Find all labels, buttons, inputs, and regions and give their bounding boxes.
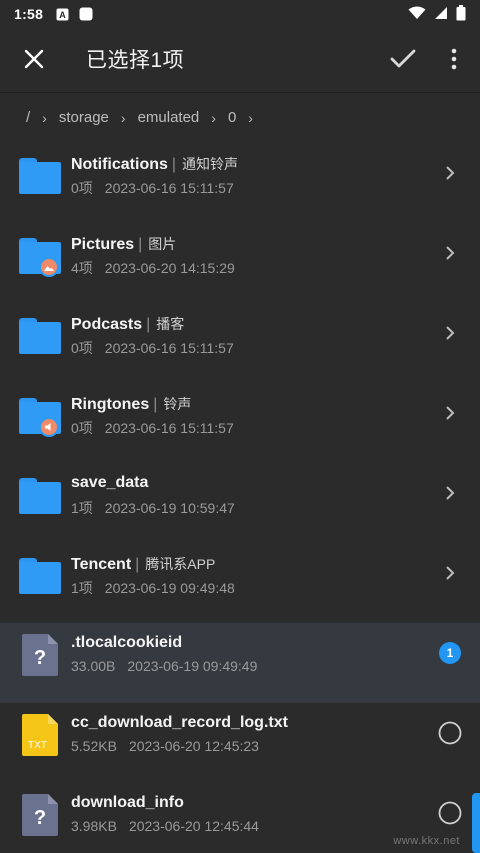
item-name: .tlocalcookieid: [71, 634, 183, 651]
list-item-podcasts[interactable]: Podcasts | 播客 0项 2023-06-16 15:11:57: [0, 303, 480, 383]
item-count: 0项: [71, 420, 93, 436]
item-size: 5.52KB: [71, 738, 117, 754]
confirm-button[interactable]: [386, 42, 420, 76]
svg-text:?: ?: [34, 647, 46, 669]
item-date: 2023-06-20 14:15:29: [104, 260, 235, 276]
item-count: 4项: [71, 260, 93, 276]
notification-square-icon: [79, 7, 93, 21]
page-title: 已选择1项: [86, 49, 185, 72]
item-date: 2023-06-20 12:45:44: [128, 818, 259, 834]
item-tag: 播客: [156, 316, 185, 332]
unknown-file-icon: ?: [19, 634, 61, 676]
more-vert-icon: [451, 48, 457, 70]
file-manager-screen: 1:58 A 已选择1项 / › storage › emulated › 0 …: [0, 0, 480, 853]
item-date: 2023-06-16 15:11:57: [104, 340, 234, 356]
item-date: 2023-06-19 10:59:47: [104, 500, 235, 516]
folder-icon: [19, 154, 61, 196]
speaker-badge-icon: [39, 417, 59, 437]
item-tag: 通知铃声: [182, 156, 239, 172]
item-count: 0项: [71, 340, 93, 356]
item-count: 1项: [71, 580, 93, 596]
item-count: 0项: [71, 180, 93, 196]
item-name: Tencent: [71, 556, 132, 573]
folder-icon: [19, 554, 61, 596]
item-date: 2023-06-16 15:11:57: [104, 180, 234, 196]
chevron-right-icon: ›: [211, 109, 216, 126]
item-size: 33.00B: [71, 658, 116, 674]
item-tag: 图片: [148, 236, 177, 252]
selection-checkbox[interactable]: [438, 801, 462, 825]
txt-file-icon: TXT: [19, 714, 61, 756]
close-icon: [24, 49, 44, 69]
folder-icon: [19, 474, 61, 516]
breadcrumb-emulated[interactable]: emulated: [138, 109, 206, 126]
check-icon: [390, 49, 416, 68]
item-size: 3.98KB: [71, 818, 117, 834]
chevron-right-icon: ›: [120, 109, 126, 126]
chevron-right-icon: [438, 161, 462, 185]
signal-icon: [434, 6, 448, 23]
status-right-icons: [408, 4, 466, 24]
watermark: www.kkx.net: [393, 835, 460, 847]
item-tag: 腾讯系APP: [145, 556, 216, 572]
item-date: 2023-06-19 09:49:49: [127, 658, 258, 674]
folder-audio-icon: [19, 394, 61, 437]
list-item-notifications[interactable]: Notifications | 通知铃声 0项 2023-06-16 15:11:57: [0, 143, 480, 223]
status-time: 1:58: [14, 6, 44, 22]
unknown-file-icon: ?: [19, 794, 61, 836]
selection-checkbox-checked[interactable]: 1: [438, 641, 462, 665]
folder-icon: [19, 314, 61, 356]
item-name: cc_download_record_log.txt: [71, 714, 288, 731]
folder-pictures-icon: [19, 234, 61, 277]
chevron-right-icon: [438, 561, 462, 585]
image-badge-icon: [39, 257, 59, 277]
battery-icon: [456, 4, 466, 24]
selection-app-bar: 已选择1项: [0, 28, 480, 90]
close-selection-button[interactable]: [18, 43, 50, 75]
selection-index: 1: [446, 646, 454, 660]
status-bar: 1:58 A: [0, 0, 480, 28]
list-item-tlocalcookieid[interactable]: ? .tlocalcookieid 33.00B 2023-06-19 09:49…: [0, 623, 480, 703]
wifi-icon: [408, 6, 426, 23]
item-name: Ringtones: [71, 396, 150, 413]
item-name: save_data: [71, 474, 149, 491]
list-item-save-data[interactable]: save_data 1项 2023-06-19 10:59:47: [0, 463, 480, 543]
chevron-right-icon: [438, 241, 462, 265]
item-date: 2023-06-20 12:45:23: [128, 738, 259, 754]
breadcrumb-root[interactable]: /: [26, 109, 36, 126]
selection-checkbox[interactable]: [438, 721, 462, 745]
notification-a-icon: A: [55, 7, 69, 21]
svg-text:?: ?: [34, 807, 46, 829]
txt-icon-label: TXT: [28, 740, 47, 751]
item-name: Pictures: [71, 236, 135, 253]
svg-text:A: A: [59, 10, 66, 20]
item-name: download_info: [71, 794, 184, 811]
item-tag: 铃声: [163, 396, 192, 412]
item-date: 2023-06-16 15:11:57: [104, 420, 234, 436]
breadcrumb-storage[interactable]: storage: [59, 109, 115, 126]
chevron-right-icon: [438, 321, 462, 345]
item-count: 1项: [71, 500, 93, 516]
item-name: Podcasts: [71, 316, 143, 333]
item-date: 2023-06-19 09:49:48: [104, 580, 235, 596]
list-item-tencent[interactable]: Tencent | 腾讯系APP 1项 2023-06-19 09:49:48: [0, 543, 480, 623]
chevron-right-icon: ›: [42, 109, 47, 126]
item-name: Notifications: [71, 156, 168, 173]
file-list: Notifications | 通知铃声 0项 2023-06-16 15:11:57…: [0, 143, 480, 853]
chevron-right-icon: ›: [248, 109, 253, 126]
more-options-button[interactable]: [440, 42, 468, 76]
breadcrumb-0[interactable]: 0: [228, 109, 242, 126]
scrollbar[interactable]: [472, 793, 480, 853]
chevron-right-icon: [438, 401, 462, 425]
chevron-right-icon: [438, 481, 462, 505]
list-item-pictures[interactable]: Pictures | 图片 4项 2023-06-20 14:15:29: [0, 223, 480, 303]
breadcrumb: / › storage › emulated › 0 ›: [0, 92, 480, 142]
list-item-cc-download-record-log[interactable]: TXT cc_download_record_log.txt 5.52KB 202…: [0, 703, 480, 783]
list-item-ringtones[interactable]: Ringtones | 铃声 0项 2023-06-16 15:11:57: [0, 383, 480, 463]
